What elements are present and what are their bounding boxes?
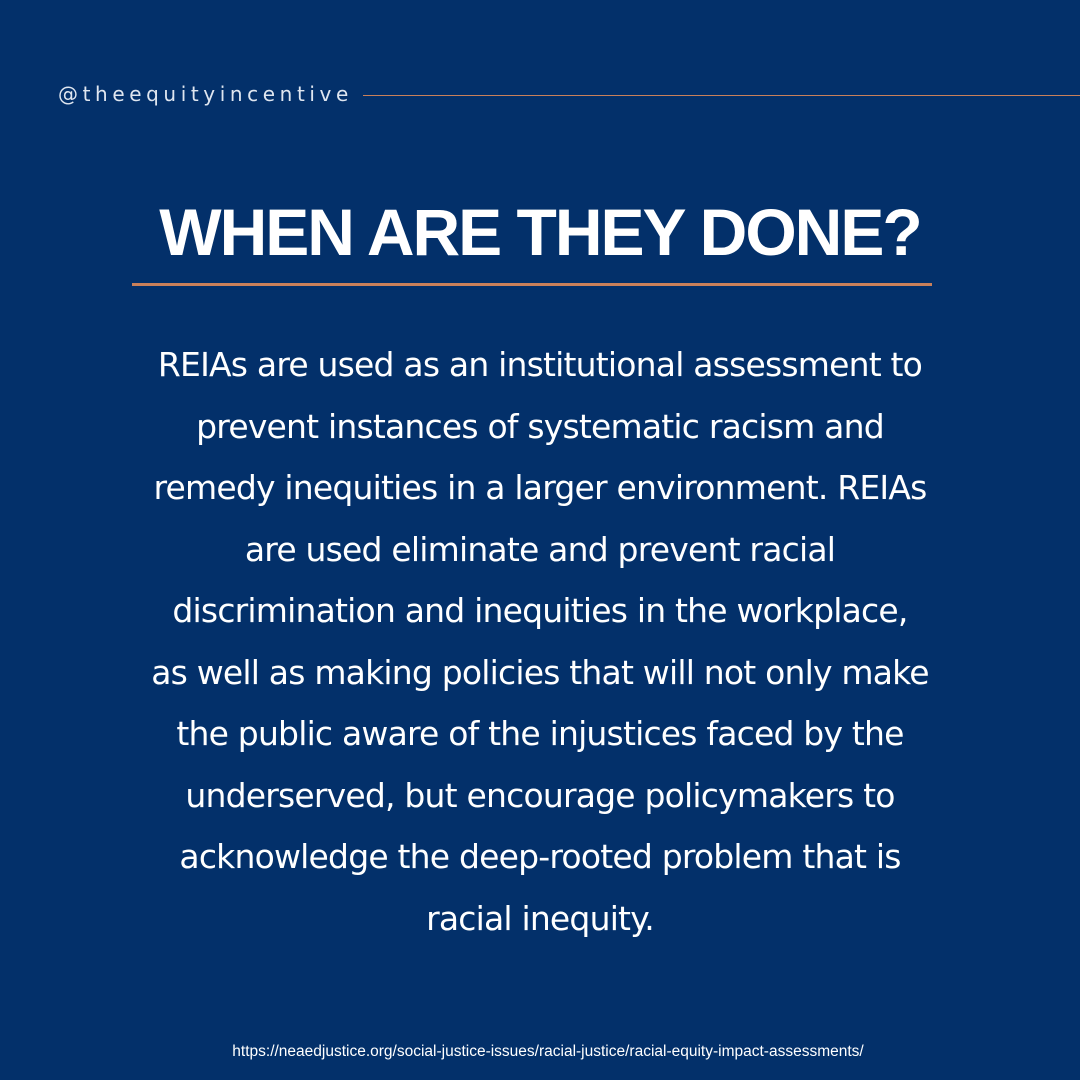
body-line: racial inequity.	[426, 898, 655, 938]
page-title: WHEN ARE THEY DONE?	[159, 195, 922, 269]
body-line: acknowledge the deep-rooted problem that…	[179, 837, 901, 876]
body-line: the public aware of the injustices faced…	[176, 714, 904, 753]
header-divider	[362, 94, 1080, 96]
body-line: REIAs are used as an institutional asses…	[157, 345, 923, 384]
body-paragraph: REIAs are used as an institutional asses…	[60, 334, 1020, 949]
body-line: remedy inequities in a larger environmen…	[153, 468, 927, 507]
body-line: discrimination and inequities in the wor…	[172, 591, 908, 630]
body-line: are used eliminate and prevent racial	[244, 529, 836, 569]
slide: @theequityincentive WHEN ARE THEY DONE? …	[0, 0, 1080, 1080]
source-url: https://neaedjustice.org/social-justice-…	[232, 1043, 864, 1060]
body-line: underserved, but encourage policymakers …	[185, 775, 895, 815]
social-handle: @theequityincentive	[58, 82, 353, 106]
header: @theequityincentive	[58, 78, 1080, 110]
body-line: prevent instances of systematic racism a…	[196, 406, 885, 446]
title-underline	[132, 283, 932, 286]
body-line: as well as making policies that will not…	[151, 652, 929, 692]
